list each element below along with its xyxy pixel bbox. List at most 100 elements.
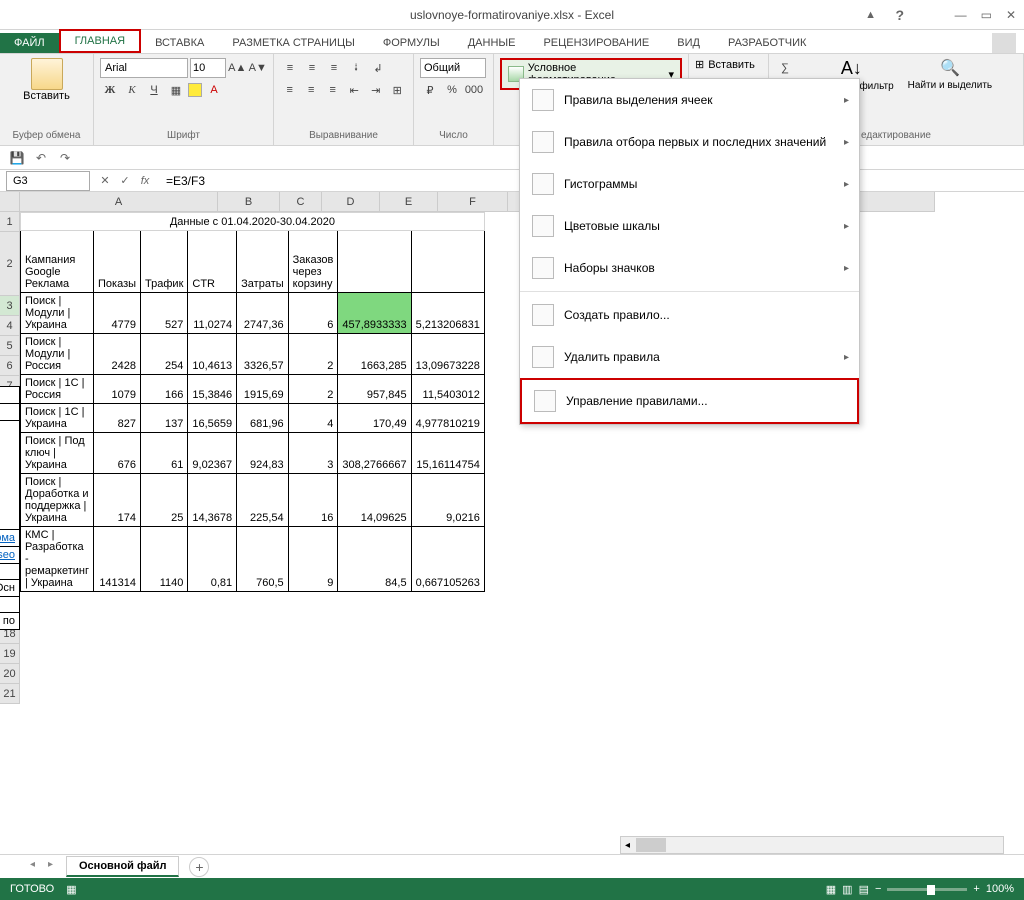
cell[interactable]: 2428 xyxy=(94,334,141,375)
cell[interactable]: 4779 xyxy=(94,293,141,334)
cell[interactable]: 137 xyxy=(141,404,188,433)
tab-home[interactable]: ГЛАВНАЯ xyxy=(59,29,141,53)
row-header-20[interactable]: 20 xyxy=(0,664,20,684)
col-header-F[interactable]: F xyxy=(438,192,508,212)
paste-button[interactable]: Вставить xyxy=(23,90,70,102)
tab-insert[interactable]: ВСТАВКА xyxy=(141,33,218,53)
paste-icon[interactable] xyxy=(31,58,63,90)
save-icon[interactable]: 💾 xyxy=(8,149,26,167)
insert-cells-button[interactable]: Вставить xyxy=(708,59,755,71)
minimize-icon[interactable]: — xyxy=(955,8,967,22)
number-format-select[interactable] xyxy=(420,58,486,78)
cf-clear-rules[interactable]: Удалить правила▸ xyxy=(520,336,859,378)
tab-pagelayout[interactable]: РАЗМЕТКА СТРАНИЦЫ xyxy=(218,33,368,53)
col-header-E[interactable]: E xyxy=(380,192,438,212)
merge-icon[interactable]: ⊞ xyxy=(388,80,408,100)
cancel-formula-icon[interactable]: ✕ xyxy=(96,172,114,190)
cell[interactable]: Поиск | Под ключ | Украина xyxy=(21,433,94,474)
col-header-A[interactable]: A xyxy=(20,192,218,212)
cell[interactable]: 2 xyxy=(288,375,338,404)
cell[interactable]: КМС | Разработка - ремаркетинг | Украина xyxy=(21,527,94,592)
row-header-19[interactable]: 19 xyxy=(0,644,20,664)
redo-icon[interactable]: ↷ xyxy=(56,149,74,167)
row-header-21[interactable]: 21 xyxy=(0,684,20,704)
cell[interactable]: 3326,57 xyxy=(237,334,289,375)
cell[interactable]: 1915,69 xyxy=(237,375,289,404)
cell[interactable]: 16 xyxy=(288,474,338,527)
autosum-icon[interactable]: ∑ xyxy=(775,58,795,78)
italic-button[interactable]: К xyxy=(122,80,142,100)
cell[interactable]: Поиск | 1С | Украина xyxy=(21,404,94,433)
font-name-input[interactable] xyxy=(100,58,188,78)
scroll-left-icon[interactable]: ◂ xyxy=(621,840,634,851)
cell[interactable]: 2 xyxy=(288,334,338,375)
cf-new-rule[interactable]: Создать правило... xyxy=(520,294,859,336)
align-left-icon[interactable]: ≡ xyxy=(280,80,300,100)
signin-icon[interactable] xyxy=(992,33,1016,53)
cell[interactable]: 0,81 xyxy=(188,527,237,592)
cell[interactable]: 9 xyxy=(288,527,338,592)
cell[interactable]: 170,49 xyxy=(338,404,411,433)
cell[interactable]: Поиск | Модули | Россия xyxy=(21,334,94,375)
name-box[interactable] xyxy=(6,171,90,191)
cf-highlight-cells[interactable]: Правила выделения ячеек▸ xyxy=(520,79,859,121)
cell[interactable]: 166 xyxy=(141,375,188,404)
align-top-icon[interactable]: ≡ xyxy=(280,58,300,78)
indent-dec-icon[interactable]: ⇤ xyxy=(345,80,365,100)
cell[interactable]: 254 xyxy=(141,334,188,375)
cell[interactable]: 924,83 xyxy=(237,433,289,474)
tab-formulas[interactable]: ФОРМУЛЫ xyxy=(369,33,454,53)
cell[interactable]: 15,16114754 xyxy=(411,433,484,474)
seo-link[interactable]: https://seo xyxy=(0,549,15,561)
cf-iconsets[interactable]: Наборы значков▸ xyxy=(520,247,859,289)
zoom-in-icon[interactable]: + xyxy=(973,883,979,895)
sheet-tab-main[interactable]: Основной файл xyxy=(66,856,179,877)
zoom-slider[interactable] xyxy=(887,888,967,891)
cell[interactable]: 11,5403012 xyxy=(411,375,484,404)
add-sheet-button[interactable]: + xyxy=(189,857,209,877)
grow-font-icon[interactable]: A▲ xyxy=(228,58,247,78)
view-normal-icon[interactable]: ▦ xyxy=(826,883,836,896)
view-break-icon[interactable]: ▤ xyxy=(859,883,869,896)
sheet-nav-next[interactable]: ▸ xyxy=(48,859,64,875)
cell[interactable]: 225,54 xyxy=(237,474,289,527)
tab-file[interactable]: ФАЙЛ xyxy=(0,33,59,53)
border-button[interactable]: ▦ xyxy=(166,80,186,100)
cell[interactable]: 0,667105263 xyxy=(411,527,484,592)
cell[interactable]: 16,5659 xyxy=(188,404,237,433)
cell[interactable]: 84,5 xyxy=(338,527,411,592)
cell[interactable]: 676 xyxy=(94,433,141,474)
fx-icon[interactable]: fx xyxy=(136,172,154,190)
percent-icon[interactable]: % xyxy=(442,80,462,100)
zoom-value[interactable]: 100% xyxy=(986,883,1014,895)
ribbon-options-icon[interactable]: ▲ xyxy=(865,9,876,21)
cf-top-bottom[interactable]: Правила отбора первых и последних значен… xyxy=(520,121,859,163)
insert-cells-icon[interactable]: ⊞ xyxy=(695,58,704,71)
cell[interactable]: 174 xyxy=(94,474,141,527)
align-bot-icon[interactable]: ≡ xyxy=(324,58,344,78)
cell[interactable]: 457,8933333 xyxy=(338,293,411,334)
sheet-nav-prev[interactable]: ◂ xyxy=(30,859,46,875)
cell[interactable]: 11,0274 xyxy=(188,293,237,334)
cell[interactable]: 308,2766667 xyxy=(338,433,411,474)
cell[interactable]: 14,3678 xyxy=(188,474,237,527)
cell[interactable]: 5,213206831 xyxy=(411,293,484,334)
tab-developer[interactable]: РАЗРАБОТЧИК xyxy=(714,33,820,53)
help-icon[interactable]: ? xyxy=(895,7,904,23)
underline-button[interactable]: Ч xyxy=(144,80,164,100)
cell[interactable]: 3 xyxy=(288,433,338,474)
cell[interactable]: 681,96 xyxy=(237,404,289,433)
col-header-B[interactable]: B xyxy=(218,192,280,212)
cell[interactable]: 1079 xyxy=(94,375,141,404)
wrap-text-icon[interactable]: ↲ xyxy=(368,58,388,78)
cell[interactable]: 9,02367 xyxy=(188,433,237,474)
find-select-button[interactable]: Найти и выделить xyxy=(908,80,992,91)
tab-review[interactable]: РЕЦЕНЗИРОВАНИЕ xyxy=(529,33,663,53)
cf-databars[interactable]: Гистограммы▸ xyxy=(520,163,859,205)
restore-icon[interactable]: ▭ xyxy=(981,8,992,22)
font-size-input[interactable] xyxy=(190,58,226,78)
align-right-icon[interactable]: ≡ xyxy=(323,80,343,100)
align-mid-icon[interactable]: ≡ xyxy=(302,58,322,78)
cell[interactable]: 6 xyxy=(288,293,338,334)
accept-formula-icon[interactable]: ✓ xyxy=(116,172,134,190)
